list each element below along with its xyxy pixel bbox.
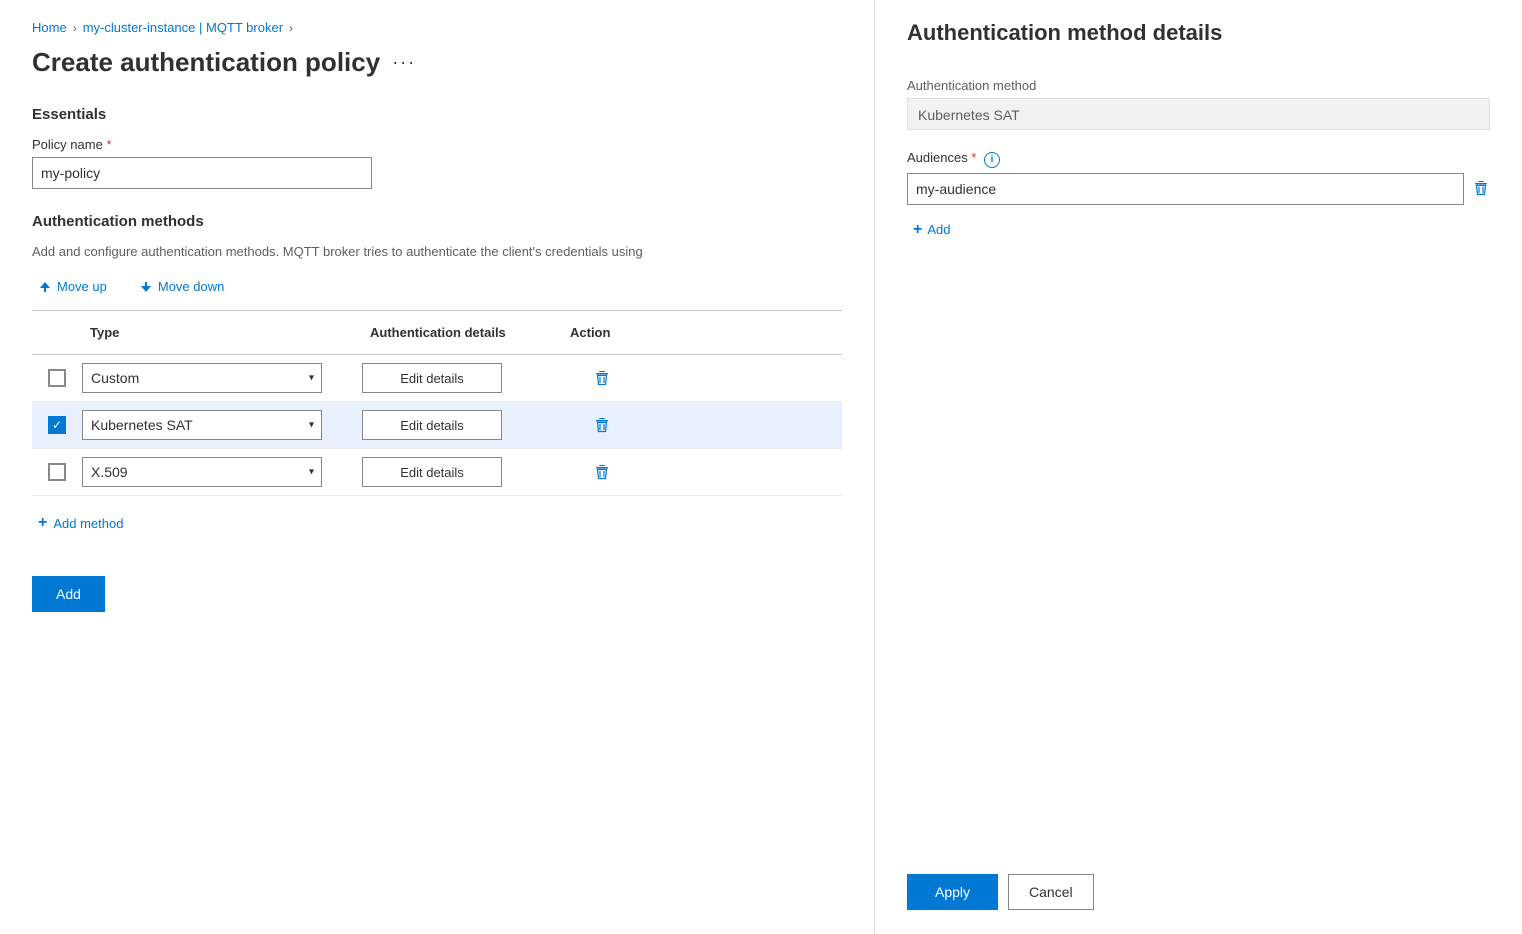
panel-title: Authentication method details <box>907 20 1490 46</box>
plus-icon: + <box>38 514 47 532</box>
arrow-up-icon <box>38 280 52 294</box>
page-title: Create authentication policy <box>32 47 380 78</box>
auth-methods-section: Authentication methods Add and configure… <box>32 213 842 536</box>
row1-type-wrapper: Custom Kubernetes SAT X.509 ▾ <box>82 363 322 393</box>
row3-edit-button[interactable]: Edit details <box>362 457 502 487</box>
breadcrumb: Home › my-cluster-instance | MQTT broker… <box>32 20 842 35</box>
move-controls: Move up Move down <box>32 275 842 298</box>
table-row: Custom Kubernetes SAT X.509 ▾ Edit detai… <box>32 355 842 402</box>
essentials-title: Essentials <box>32 106 842 123</box>
row1-checkbox[interactable] <box>48 369 66 387</box>
checkmark-icon: ✓ <box>52 418 62 432</box>
row2-edit-button[interactable]: Edit details <box>362 410 502 440</box>
page-title-row: Create authentication policy ··· <box>32 47 842 78</box>
table-row: ✓ Custom Kubernetes SAT X.509 ▾ Edit det… <box>32 402 842 449</box>
row1-edit-button[interactable]: Edit details <box>362 363 502 393</box>
col-auth-details: Authentication details <box>362 319 562 346</box>
row3-type-select[interactable]: Custom Kubernetes SAT X.509 <box>82 457 322 487</box>
audiences-row <box>907 173 1490 205</box>
breadcrumb-home[interactable]: Home <box>32 20 67 35</box>
plus-icon: + <box>913 221 922 239</box>
policy-name-label: Policy name * <box>32 137 842 152</box>
move-down-button[interactable]: Move down <box>133 275 230 298</box>
row1-delete-icon[interactable] <box>562 369 642 387</box>
auth-method-label: Authentication method <box>907 78 1490 93</box>
panel-footer: Apply Cancel <box>907 874 1094 910</box>
essentials-section: Essentials Policy name * <box>32 106 842 189</box>
row2-type-select[interactable]: Custom Kubernetes SAT X.509 <box>82 410 322 440</box>
table-header: Type Authentication details Action <box>32 319 842 355</box>
trash-icon <box>593 416 611 434</box>
trash-icon <box>593 463 611 481</box>
audiences-label: Audiences * i <box>907 150 1490 168</box>
trash-icon <box>1472 179 1490 197</box>
row3-edit-cell: Edit details <box>362 457 562 487</box>
move-up-label: Move up <box>57 279 107 294</box>
col-type: Type <box>82 319 362 346</box>
auth-methods-desc: Add and configure authentication methods… <box>32 244 842 259</box>
audience-delete-icon[interactable] <box>1472 179 1490 197</box>
move-up-button[interactable]: Move up <box>32 275 113 298</box>
col-action: Action <box>562 319 642 346</box>
row2-checkbox[interactable]: ✓ <box>48 416 66 434</box>
row3-delete-icon[interactable] <box>562 463 642 481</box>
row3-type-wrapper: Custom Kubernetes SAT X.509 ▾ <box>82 457 322 487</box>
right-panel: Authentication method details Authentica… <box>875 0 1522 934</box>
table-row: Custom Kubernetes SAT X.509 ▾ Edit detai… <box>32 449 842 496</box>
add-method-button[interactable]: + Add method <box>32 510 129 536</box>
breadcrumb-sep-1: › <box>73 21 77 35</box>
arrow-down-icon <box>139 280 153 294</box>
row1-type-select[interactable]: Custom Kubernetes SAT X.509 <box>82 363 322 393</box>
breadcrumb-sep-2: › <box>289 21 293 35</box>
row2-edit-cell: Edit details <box>362 410 562 440</box>
auth-methods-title: Authentication methods <box>32 213 842 230</box>
checkbox-cell-3 <box>32 463 82 481</box>
row3-checkbox[interactable] <box>48 463 66 481</box>
col-checkbox <box>32 319 82 346</box>
checkbox-cell-2: ✓ <box>32 416 82 434</box>
audiences-required: * <box>971 150 976 165</box>
row2-type-wrapper: Custom Kubernetes SAT X.509 ▾ <box>82 410 322 440</box>
row2-delete-icon[interactable] <box>562 416 642 434</box>
breadcrumb-cluster[interactable]: my-cluster-instance | MQTT broker <box>83 20 283 35</box>
policy-name-input[interactable] <box>32 157 372 189</box>
add-method-label: Add method <box>53 516 123 531</box>
move-down-label: Move down <box>158 279 224 294</box>
table-divider-top <box>32 310 842 311</box>
add-button[interactable]: Add <box>32 576 105 612</box>
audience-input[interactable] <box>907 173 1464 205</box>
add-audience-button[interactable]: + Add <box>907 217 956 243</box>
auth-method-value: Kubernetes SAT <box>907 98 1490 130</box>
add-audience-label: Add <box>927 222 950 237</box>
checkbox-cell-1 <box>32 369 82 387</box>
required-star: * <box>106 137 111 152</box>
trash-icon <box>593 369 611 387</box>
cancel-button[interactable]: Cancel <box>1008 874 1094 910</box>
apply-button[interactable]: Apply <box>907 874 998 910</box>
page-menu-icon[interactable]: ··· <box>392 52 416 73</box>
row1-edit-cell: Edit details <box>362 363 562 393</box>
info-icon[interactable]: i <box>984 152 1000 168</box>
left-panel: Home › my-cluster-instance | MQTT broker… <box>0 0 875 934</box>
bottom-actions: Add <box>32 576 842 612</box>
